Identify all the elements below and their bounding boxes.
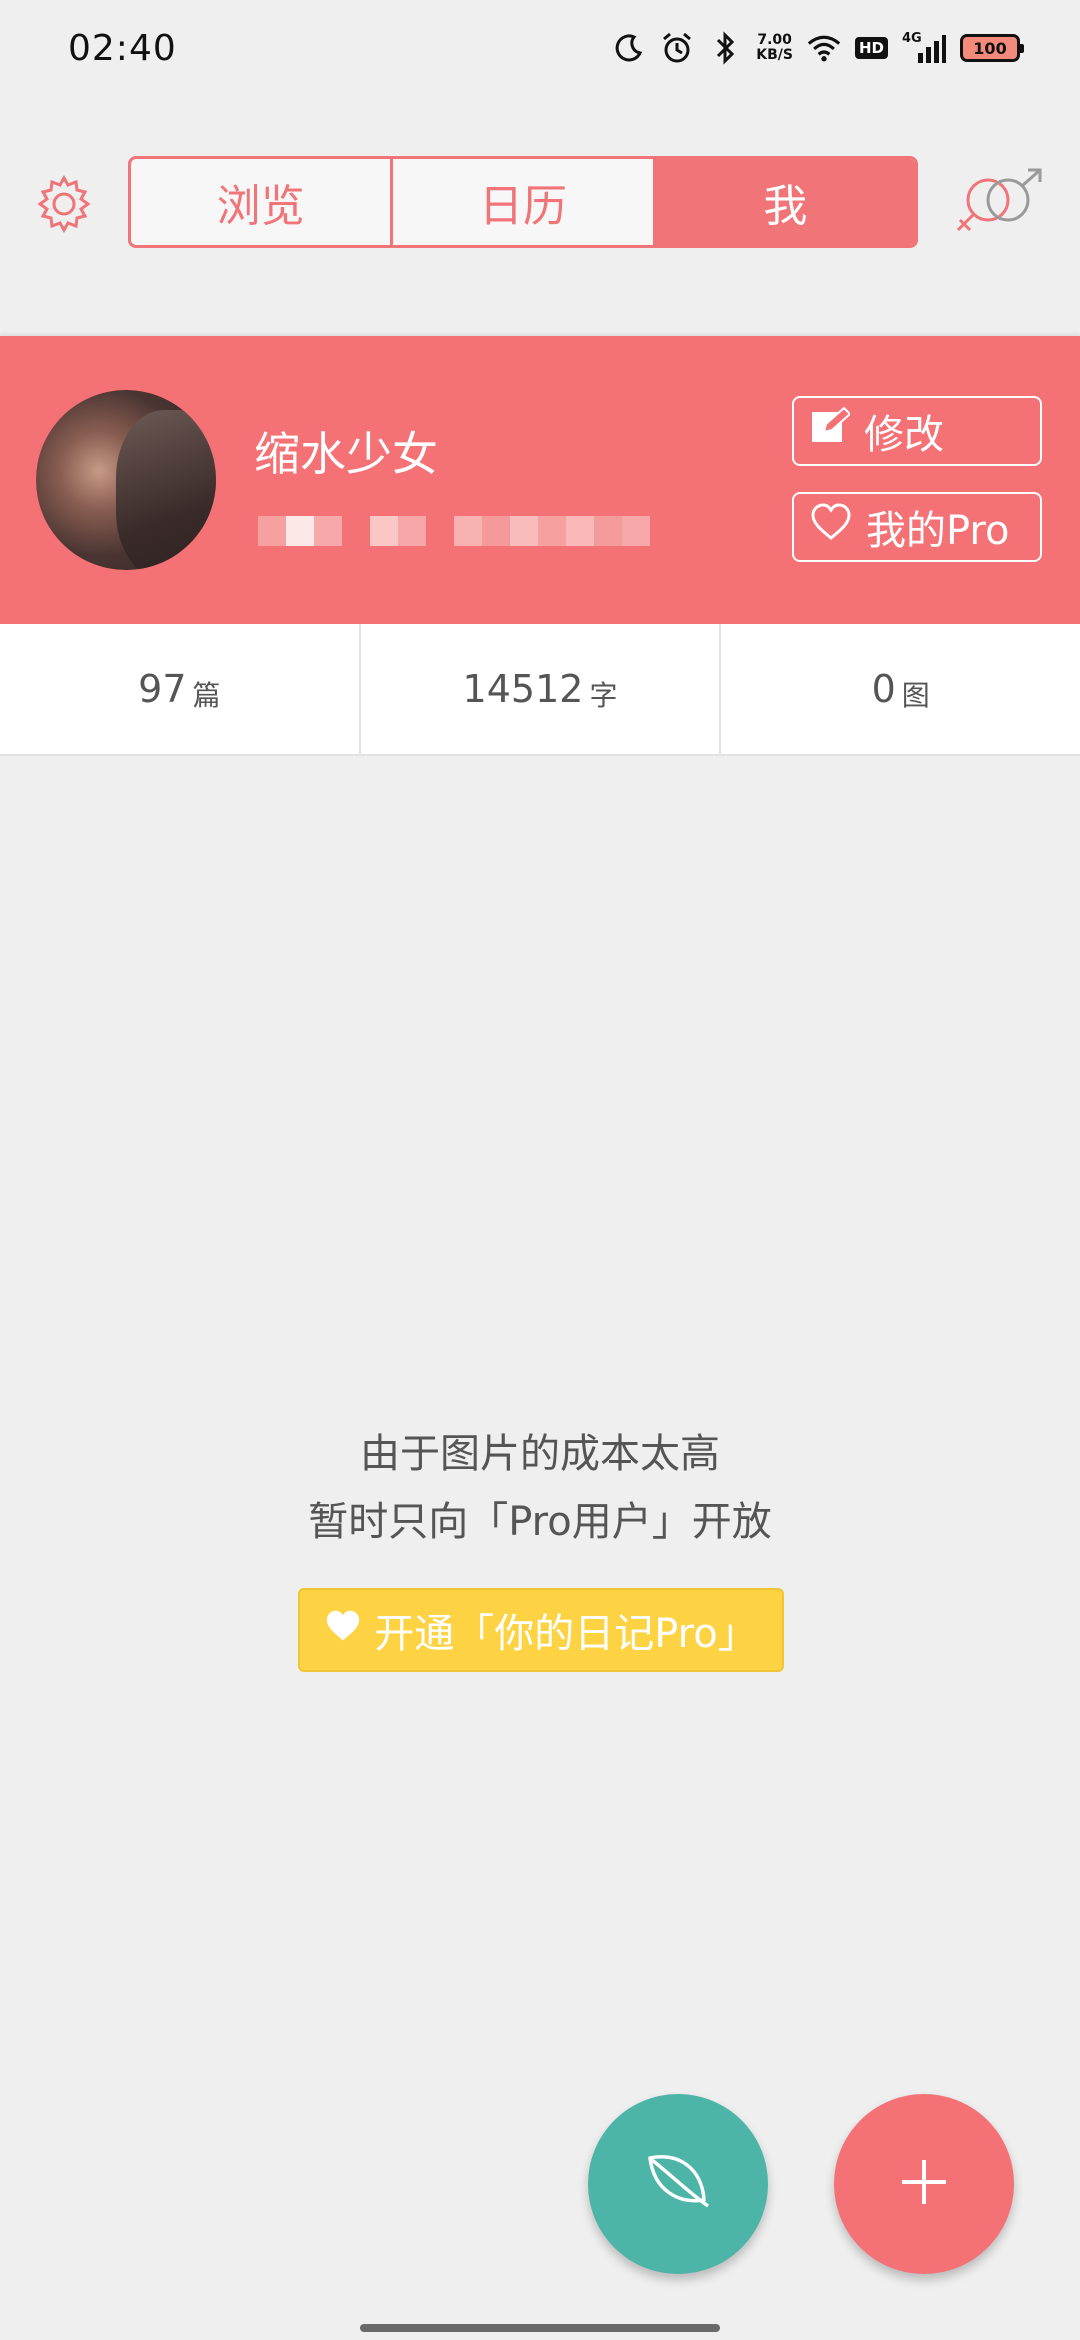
main-tab-bar: 浏览 日历 我: [128, 156, 918, 248]
username: 缩水少女: [254, 427, 438, 481]
add-entry-button[interactable]: [834, 2094, 1014, 2274]
battery-icon: 100: [960, 34, 1024, 62]
stat-entries-value: 97: [138, 667, 187, 711]
moon-icon: [612, 31, 646, 65]
home-indicator[interactable]: [360, 2324, 720, 2332]
hd-badge: HD: [854, 37, 888, 59]
plus-icon: [894, 2152, 954, 2216]
notice-line-1: 由于图片的成本太高: [360, 1431, 720, 1477]
stat-entries-unit: 篇: [192, 679, 221, 712]
profile-card: 缩水少女 修改 我的Pro: [0, 336, 1080, 624]
stat-words[interactable]: 14512 字: [361, 624, 722, 754]
battery-level: 100: [973, 38, 1007, 58]
tab-calendar[interactable]: 日历: [393, 159, 656, 245]
wifi-icon: [807, 31, 841, 65]
status-icons: 7.00 KB/S HD 4G 100: [612, 31, 1024, 65]
pro-notice: 由于图片的成本太高 暂时只向「Pro用户」开放: [0, 1420, 1080, 1556]
upgrade-pro-button[interactable]: 开通「你的日记Pro」: [298, 1588, 784, 1672]
top-bar: 浏览 日历 我: [0, 96, 1080, 336]
bluetooth-icon: [708, 31, 742, 65]
edit-profile-button[interactable]: 修改: [792, 396, 1042, 466]
status-bar: 02:40 7.00 KB/S HD 4G 100: [0, 0, 1080, 96]
my-pro-button[interactable]: 我的Pro: [792, 492, 1042, 562]
stat-images-unit: 图: [901, 679, 930, 712]
upgrade-pro-label: 开通「你的日记Pro」: [374, 1611, 758, 1657]
stat-words-unit: 字: [589, 679, 618, 712]
signal-label: 4G: [902, 31, 922, 46]
edit-button-label: 修改: [864, 412, 944, 458]
gender-icon[interactable]: [952, 166, 1048, 242]
stat-images-value: 0: [871, 667, 896, 711]
avatar[interactable]: [36, 390, 216, 570]
tab-browse[interactable]: 浏览: [131, 159, 394, 245]
stat-entries[interactable]: 97 篇: [0, 624, 361, 754]
heart-outline-icon: [810, 503, 852, 551]
leaf-fab-button[interactable]: [588, 2094, 768, 2274]
redacted-bio: [258, 516, 650, 546]
stat-images[interactable]: 0 图: [721, 624, 1080, 754]
net-speed: 7.00 KB/S: [756, 33, 793, 63]
tab-me[interactable]: 我: [655, 159, 915, 245]
stats-bar: 97 篇 14512 字 0 图: [0, 624, 1080, 756]
gear-icon[interactable]: [30, 170, 98, 238]
net-speed-unit: KB/S: [756, 47, 793, 63]
notice-line-2: 暂时只向「Pro用户」开放: [308, 1499, 772, 1545]
status-time: 02:40: [68, 27, 177, 69]
stat-words-value: 14512: [462, 667, 584, 711]
alarm-icon: [660, 31, 694, 65]
pro-button-label: 我的Pro: [866, 508, 1010, 554]
net-speed-value: 7.00: [757, 32, 792, 48]
edit-icon: [810, 406, 852, 456]
leaf-icon: [638, 2142, 718, 2226]
heart-icon: [324, 1607, 362, 1653]
cell-signal-icon: 4G: [902, 31, 946, 65]
